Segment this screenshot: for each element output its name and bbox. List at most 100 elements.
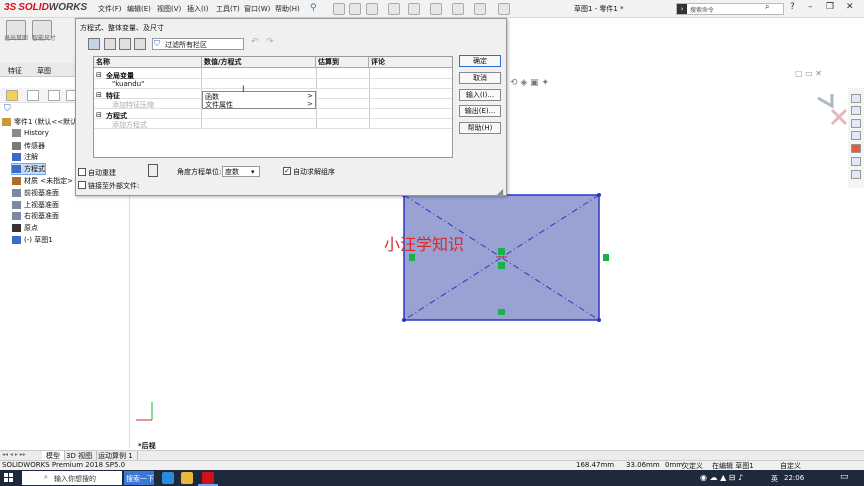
col-value[interactable]: 数值/方程式	[202, 57, 316, 68]
redo-icon[interactable]: ↷	[266, 37, 274, 47]
col-evaluates[interactable]: 估算到	[316, 57, 369, 68]
tree-item[interactable]: 方程式	[11, 163, 46, 176]
vertical-constraint-icon[interactable]	[409, 254, 415, 261]
cancel-button[interactable]: 取消	[459, 72, 501, 84]
menu-tools[interactable]: 工具(T)	[216, 4, 240, 14]
rebuild-icon[interactable]	[474, 3, 486, 15]
ordered-view-icon[interactable]	[134, 38, 146, 50]
grid-row[interactable]	[94, 120, 452, 129]
col-name[interactable]: 名称	[94, 57, 202, 68]
resources-pane-icon[interactable]	[851, 106, 861, 115]
coord-x: 168.47mm	[576, 461, 615, 469]
equations-view-icon[interactable]	[88, 38, 100, 50]
menu-help[interactable]: 帮助(H)	[275, 4, 300, 14]
input-language[interactable]: 英	[771, 474, 778, 484]
home-icon[interactable]	[333, 3, 345, 15]
traffic-light-icon[interactable]	[148, 164, 158, 177]
collapse-icon[interactable]: ⊟	[96, 111, 102, 119]
close-icon[interactable]: ✕	[846, 2, 854, 12]
options-icon[interactable]	[498, 3, 510, 15]
export-button[interactable]: 输出(E)...	[459, 105, 501, 117]
document-title: 草图1 - 零件1 *	[574, 5, 624, 13]
add-equation-hint[interactable]: 添加方程式	[112, 120, 147, 130]
tree-item[interactable]: 右视基准面	[12, 211, 59, 221]
tree-item[interactable]: History	[12, 128, 49, 137]
home-pane-icon[interactable]	[851, 94, 861, 103]
tree-item[interactable]: 零件1 (默认<<默认>	[2, 117, 83, 127]
auto-solve-checkbox[interactable]: ✓	[283, 167, 291, 175]
view-tools-icon[interactable]: ⟲ ◈ ▣ ✦	[510, 78, 549, 88]
tree-item[interactable]: 材质 <未指定>	[12, 176, 73, 186]
menu-insert[interactable]: 插入(I)	[187, 4, 209, 14]
tree-item[interactable]: 前视基准面	[12, 188, 59, 198]
sketch-vertex[interactable]	[402, 318, 406, 322]
tab-nav-icon[interactable]: ◂◂ ◂ ▸ ▸▸	[2, 451, 26, 458]
auto-rebuild-checkbox[interactable]	[78, 168, 86, 176]
windows-start-icon[interactable]	[4, 473, 14, 483]
menu-item-file-properties[interactable]: 文件属性	[205, 100, 233, 110]
tab-sketch[interactable]: 草图	[37, 66, 51, 76]
link-external-checkbox[interactable]	[78, 181, 86, 189]
tree-item[interactable]: 原点	[12, 223, 38, 233]
open-icon[interactable]	[366, 3, 378, 15]
explorer-pane-icon[interactable]	[851, 131, 861, 140]
edge-icon[interactable]	[162, 472, 174, 484]
library-pane-icon[interactable]	[851, 119, 861, 128]
tree-item[interactable]: 注解	[12, 152, 38, 162]
file-explorer-icon[interactable]	[181, 472, 193, 484]
horizontal-constraint-icon[interactable]	[498, 309, 505, 315]
restore-icon[interactable]: ❐	[826, 2, 834, 12]
menu-window[interactable]: 窗口(W)	[244, 4, 270, 14]
midpoint-constraint-icon[interactable]	[498, 248, 505, 255]
feature-manager-icon[interactable]	[6, 90, 18, 101]
tree-item[interactable]: (-) 草图1	[12, 235, 53, 245]
vertical-constraint-icon[interactable]	[603, 254, 609, 261]
menu-view[interactable]: 视图(V)	[157, 4, 181, 14]
midpoint-constraint-icon[interactable]	[498, 262, 505, 269]
grid-row[interactable]	[94, 80, 452, 89]
import-button[interactable]: 输入(I)...	[459, 89, 501, 101]
tree-item-label: 材质 <未指定>	[24, 177, 73, 185]
custom-props-icon[interactable]	[851, 170, 861, 179]
grid-row[interactable]	[94, 70, 452, 79]
help-button[interactable]: 帮助(H)	[459, 122, 501, 134]
window-controls-icon[interactable]: ▢ ▭ ✕	[795, 69, 822, 78]
dimension-view-icon[interactable]	[119, 38, 131, 50]
search-icon[interactable]: ⌕	[765, 2, 769, 12]
appearance-pane-icon[interactable]	[851, 144, 861, 153]
col-comment[interactable]: 评论	[369, 57, 452, 68]
tree-item[interactable]: 上视基准面	[12, 200, 59, 210]
notification-icon[interactable]: ▭	[840, 472, 849, 482]
solidworks-task-icon[interactable]	[202, 472, 214, 484]
filter-icon[interactable]: ⛉	[4, 104, 11, 114]
minimize-icon[interactable]: –	[808, 2, 813, 12]
ok-button[interactable]: 确定	[459, 55, 501, 67]
grid-row[interactable]	[94, 110, 452, 119]
add-feature-hint[interactable]: 添加特征压缩	[112, 100, 154, 110]
tree-item[interactable]: 传感器	[12, 141, 45, 151]
tab-features[interactable]: 特征	[8, 66, 22, 76]
property-manager-icon[interactable]	[27, 90, 39, 101]
view-palette-icon[interactable]	[851, 157, 861, 166]
new-doc-icon[interactable]	[349, 3, 361, 15]
chevron-down-icon[interactable]: ▾	[251, 168, 255, 176]
sketch-equations-icon[interactable]	[104, 38, 116, 50]
undo-icon[interactable]	[430, 3, 442, 15]
save-icon[interactable]	[388, 3, 400, 15]
pin-icon[interactable]: ⚲	[310, 3, 317, 13]
tray-icons[interactable]: ◉ ☁ ▲ ⊟ ♪	[700, 473, 743, 482]
collapse-icon[interactable]: ⊟	[96, 71, 102, 79]
confirm-corner-icon[interactable]	[810, 90, 850, 130]
sketch-vertex[interactable]	[597, 193, 601, 197]
resize-grip-icon[interactable]: ◢	[497, 187, 503, 196]
select-icon[interactable]	[452, 3, 464, 15]
configuration-icon[interactable]	[48, 90, 60, 101]
menu-file[interactable]: 文件(F)	[98, 4, 122, 14]
collapse-icon[interactable]: ⊟	[96, 91, 102, 99]
sketch-vertex[interactable]	[597, 318, 601, 322]
print-icon[interactable]	[408, 3, 420, 15]
help-icon[interactable]: ?	[790, 2, 795, 12]
menu-edit[interactable]: 编辑(E)	[127, 4, 151, 14]
undo-icon[interactable]: ↶	[251, 37, 259, 47]
clock-time[interactable]: 22:06	[784, 474, 804, 482]
